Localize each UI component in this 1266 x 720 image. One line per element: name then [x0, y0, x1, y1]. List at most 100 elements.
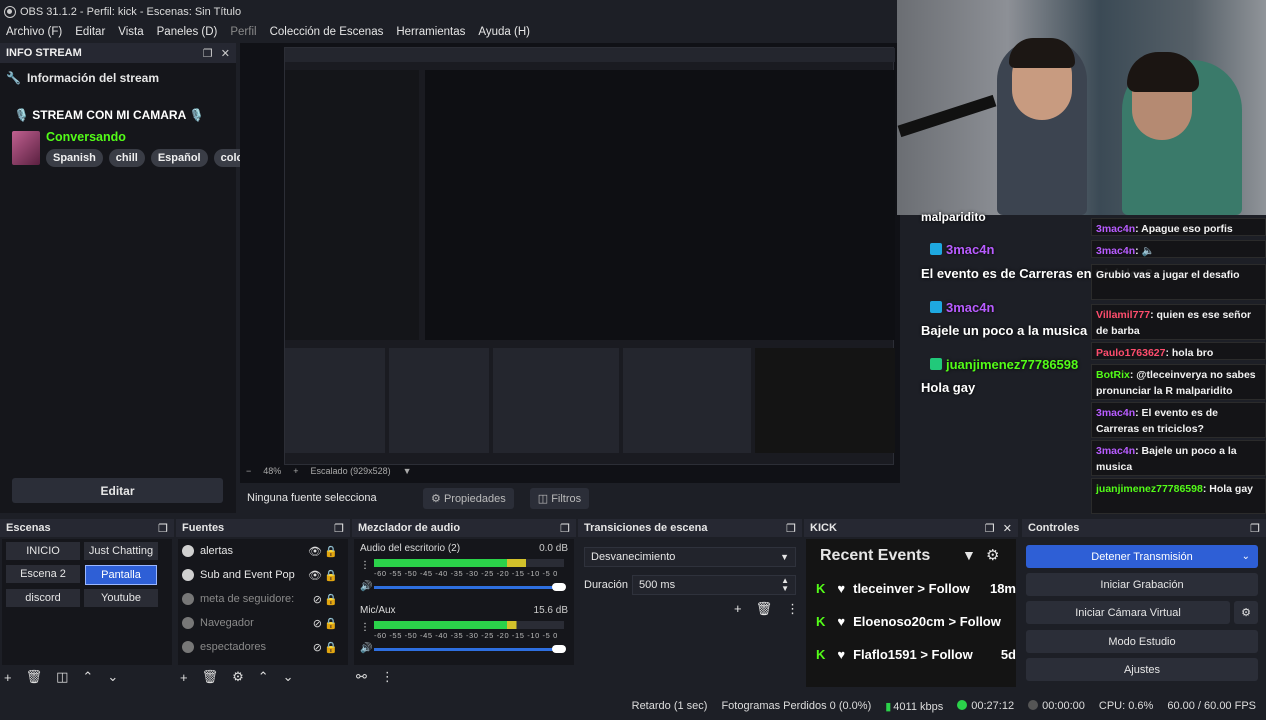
float-icon[interactable]: ❐: [786, 522, 796, 535]
gear-icon: ⚙: [431, 492, 441, 505]
eye-icon[interactable]: 👁: [308, 569, 322, 582]
properties-button[interactable]: ⚙ Propiedades: [423, 487, 514, 509]
chevron-down-icon[interactable]: ▼: [403, 466, 412, 476]
lock-icon[interactable]: 🔒: [324, 569, 338, 582]
gear-icon[interactable]: ⚙: [986, 546, 999, 564]
close-icon[interactable]: ✕: [221, 47, 230, 60]
menu-coleccion[interactable]: Colección de Escenas: [270, 26, 384, 38]
menu-editar[interactable]: Editar: [75, 26, 105, 38]
menu-herramientas[interactable]: Herramientas: [396, 26, 465, 38]
recent-events-title: Recent Events: [820, 547, 931, 564]
nested-preview: [425, 70, 895, 340]
source-meta-seguidores[interactable]: meta de seguidore: ⊘ 🔒: [182, 589, 342, 609]
preview-canvas[interactable]: [240, 43, 900, 483]
kebab-menu-icon[interactable]: ⋮: [786, 601, 799, 617]
add-icon[interactable]: +: [4, 670, 12, 685]
menu-vista[interactable]: Vista: [118, 26, 143, 38]
side-chat-overlay: 3mac4n: Apague eso porfis 3mac4n: 🔈 Grub…: [1091, 215, 1266, 515]
filter-icon[interactable]: ◫: [56, 669, 68, 685]
lock-icon[interactable]: 🔒: [324, 641, 338, 654]
lock-icon[interactable]: 🔒: [324, 545, 338, 558]
menu-paneles[interactable]: Paneles (D): [157, 26, 218, 38]
chevron-down-icon[interactable]: ⌄: [107, 669, 118, 685]
speaker-icon[interactable]: 🔊: [360, 581, 372, 592]
close-icon[interactable]: ✕: [1003, 522, 1012, 535]
transition-select[interactable]: Desvanecimiento ▼: [584, 547, 796, 567]
gear-icon[interactable]: ⚙: [232, 669, 244, 685]
audio-mixer-dock: Mezclador de audio ❐ Audio del escritorio…: [352, 519, 576, 689]
source-label: Sub and Event Pop: [200, 569, 295, 581]
chat-text: : hola bro: [1165, 347, 1214, 359]
event-user: tleceinver: [853, 580, 914, 596]
float-icon[interactable]: ❐: [203, 47, 213, 60]
scene-just-chatting[interactable]: Just Chatting: [84, 542, 158, 560]
volume-slider-knob[interactable]: [552, 583, 566, 591]
source-navegador[interactable]: Navegador ⊘ 🔒: [182, 613, 342, 633]
float-icon[interactable]: ❐: [560, 522, 570, 535]
spin-arrows-icon[interactable]: ▲ ▼: [781, 577, 789, 593]
link-icon[interactable]: ⚯: [356, 669, 367, 685]
float-icon[interactable]: ❐: [985, 522, 995, 535]
scene-inicio[interactable]: INICIO: [6, 542, 80, 560]
start-record-button[interactable]: Iniciar Grabación: [1026, 573, 1258, 596]
source-sub-event-pop[interactable]: Sub and Event Pop 👁 🔒: [182, 565, 342, 585]
source-alertas[interactable]: alertas 👁 🔒: [182, 541, 342, 561]
scene-pantalla[interactable]: Pantalla: [85, 565, 157, 585]
window-title: OBS 31.1.2 - Perfil: kick - Escenas: Sin…: [20, 5, 242, 18]
add-icon[interactable]: +: [734, 601, 742, 617]
zoom-out-button[interactable]: −: [246, 466, 251, 476]
eye-hidden-icon[interactable]: ⊘: [313, 617, 322, 630]
add-icon[interactable]: +: [180, 670, 188, 685]
trash-icon[interactable]: 🗑: [202, 669, 219, 685]
chevron-up-icon[interactable]: ⌃: [82, 669, 93, 685]
volume-slider[interactable]: [374, 648, 560, 651]
chevron-up-icon[interactable]: ⌃: [258, 669, 269, 685]
event-row: K ♥ Eloenoso20cm > Follow: [816, 613, 1001, 629]
info-stream-header: INFO STREAM ❐ ✕: [0, 43, 236, 63]
kick-dock: KICK ❐ ✕ Recent Events ▼ ⚙ K ♥ tleceinver > …: [804, 519, 1018, 689]
eye-icon[interactable]: 👁: [308, 545, 322, 558]
volume-slider[interactable]: [374, 586, 560, 589]
virtual-camera-button[interactable]: Iniciar Cámara Virtual: [1026, 601, 1230, 624]
virtual-camera-settings-button[interactable]: ⚙: [1234, 601, 1258, 624]
lock-icon[interactable]: 🔒: [324, 593, 338, 606]
trash-icon[interactable]: 🗑: [756, 601, 773, 617]
wrench-icon: 🔧: [6, 71, 21, 85]
chevron-down-icon[interactable]: ⌄: [283, 669, 294, 685]
speaker-icon[interactable]: 🔊: [360, 643, 372, 654]
duration-field[interactable]: 500 ms ▲ ▼: [632, 575, 796, 595]
settings-button[interactable]: Ajustes: [1026, 658, 1258, 681]
source-espectadores[interactable]: espectadores ⊘ 🔒: [182, 637, 342, 657]
float-icon[interactable]: ❐: [1250, 522, 1260, 535]
menu-bar: Archivo (F) Editar Vista Paneles (D) Per…: [0, 23, 900, 41]
menu-archivo[interactable]: Archivo (F): [6, 26, 62, 38]
chevron-down-icon[interactable]: ⌄: [1242, 551, 1250, 562]
filters-button[interactable]: ◫ Filtros: [529, 487, 590, 509]
kebab-menu-icon[interactable]: ⋮: [381, 669, 394, 685]
scene-escena-2[interactable]: Escena 2: [6, 565, 80, 583]
eye-hidden-icon[interactable]: ⊘: [313, 641, 322, 654]
menu-perfil[interactable]: Perfil: [230, 26, 256, 38]
trash-icon[interactable]: 🗑: [26, 669, 43, 685]
kebab-menu-icon[interactable]: ⋮: [360, 622, 370, 633]
event-user: Flaflo1591: [853, 646, 917, 662]
eye-hidden-icon[interactable]: ⊘: [313, 593, 322, 606]
sources-header-label: Fuentes: [182, 522, 225, 534]
scene-discord[interactable]: discord: [6, 589, 80, 607]
float-icon[interactable]: ❐: [158, 522, 168, 535]
kebab-menu-icon[interactable]: ⋮: [360, 560, 370, 571]
scenes-header: Escenas ❐: [0, 519, 174, 537]
volume-slider-knob[interactable]: [552, 645, 566, 653]
menu-ayuda[interactable]: Ayuda (H): [478, 26, 530, 38]
filter-icon: ◫: [537, 492, 549, 505]
zoom-in-button[interactable]: +: [293, 466, 298, 476]
edit-button[interactable]: Editar: [12, 478, 223, 503]
lock-icon[interactable]: 🔒: [324, 617, 338, 630]
studio-mode-button[interactable]: Modo Estudio: [1026, 630, 1258, 653]
float-icon[interactable]: ❐: [334, 522, 344, 535]
filter-icon[interactable]: ▼: [962, 547, 976, 563]
scale-label[interactable]: Escalado (929x528): [311, 466, 391, 476]
no-source-label: Ninguna fuente selecciona: [247, 492, 377, 504]
scene-youtube[interactable]: Youtube: [84, 589, 158, 607]
stop-stream-button[interactable]: Detener Transmisión ⌄: [1026, 545, 1258, 568]
